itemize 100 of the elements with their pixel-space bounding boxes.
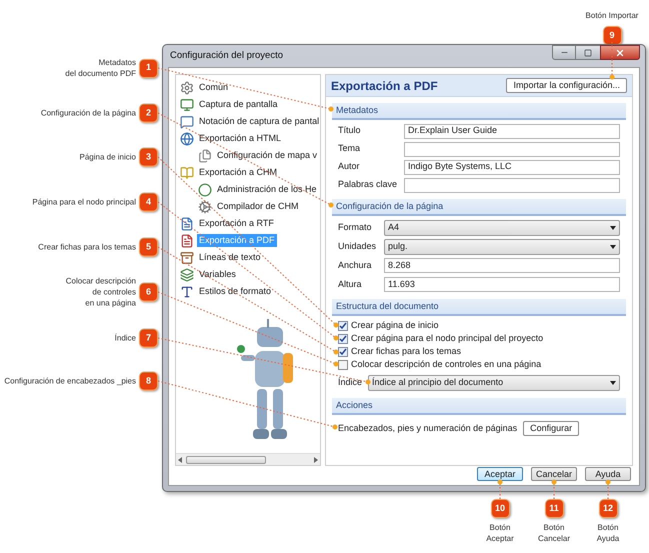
tree-item[interactable]: Compilador de CHM [215,200,301,214]
number-badge: 6 [139,282,158,302]
number-badge: 12 [598,499,618,518]
number-badge: 2 [139,104,158,122]
annotation-label: Página de inicio [80,152,136,162]
annotation-label: Página para el nodo principal [32,196,136,208]
scroll-right-icon [314,456,318,462]
dialog-button[interactable]: Aceptar [477,466,523,480]
files-icon [198,148,212,162]
annotation-label: del documento PDF [65,68,136,79]
checkbox[interactable] [338,346,348,356]
speech-bubble-icon [180,114,194,128]
tree-item[interactable]: Notación de captura de pantal [197,114,322,128]
field-label: Altura [338,278,363,291]
caret-icon [610,381,616,385]
dropdown[interactable]: A4 [384,220,620,236]
number-badge: 7 [139,328,158,348]
tree-item[interactable]: Estilos de formato [197,284,274,298]
action-label: Encabezados, pies y numeración de páginas [338,422,518,435]
checkbox-label: Crear fichas para los temas [351,344,462,358]
number-badge: 8 [139,372,158,390]
annotation-label: Configuración de la página [40,108,136,118]
number-badge: 11 [544,499,564,518]
close-button[interactable] [600,45,640,60]
gear-icon [180,80,194,94]
number-badge: 5 [139,238,158,256]
panel-title: Exportación a PDF [331,78,438,94]
configure-button[interactable]: Configurar [523,421,580,436]
dropdown[interactable]: pulg. [384,238,620,254]
checkbox[interactable] [338,360,348,370]
maximize-button[interactable] [576,45,600,60]
globe-icon [180,132,194,146]
document-icon [180,234,194,248]
tree-item[interactable]: Líneas de texto [197,250,263,264]
number-badge: 1 [139,58,158,78]
field-label: Unidades [338,240,378,253]
tree-item[interactable]: Captura de pantalla [197,98,280,112]
field-label: Tema [338,142,362,156]
annotation-label: de controles [92,286,136,298]
scroll-left-icon [178,456,182,462]
caret-icon [610,244,616,248]
checkbox-label: Crear página de inicio [351,318,439,332]
number-badge: 9 [602,26,622,45]
import-button[interactable]: Importar la configuración... [506,78,627,93]
tree-item[interactable]: Exportación a RTF [197,216,276,230]
number-badge: 4 [139,192,158,212]
letter-icon [180,284,194,298]
minimize-button[interactable] [552,45,576,60]
tree-item[interactable]: Variables [197,268,238,282]
section-heading: Acciones [332,398,626,415]
checkbox-label: Colocar descripción de controles en una página [351,358,542,371]
section-heading: Configuración de la página [332,199,626,216]
dialog-button[interactable]: Cancelar [531,466,577,480]
text-field[interactable] [404,178,620,192]
tree-item[interactable]: Común [197,80,230,94]
annotation-label: Índice [114,332,136,344]
annotation-label: Metadatos [98,57,136,68]
annotation-label: Botón [598,522,618,533]
field-label: Autor [338,160,361,174]
text-field[interactable]: Indigo Byte Systems, LLC [404,160,620,174]
field-label: Título [338,124,362,138]
number-badge: 10 [490,499,510,518]
checkbox[interactable] [338,320,348,330]
section-heading: Metadatos [332,103,626,120]
number-badge: 3 [139,148,158,166]
stack-icon [180,268,194,282]
scrollbar-thumb[interactable] [186,456,266,464]
cog-icon [198,200,212,214]
tree-item[interactable]: Administración de los He [215,182,319,196]
dropdown[interactable]: Índice al principio del documento [368,375,620,391]
leader-line [498,480,502,500]
tree-item[interactable]: Configuración de mapa v [215,148,320,162]
checkbox[interactable] [338,334,348,344]
close-icon [615,48,625,58]
annotation-label: Ayuda [596,533,620,544]
leader-line [610,42,614,80]
circle-icon [198,182,212,196]
section-heading: Estructura del documento [332,299,626,316]
text-field[interactable] [404,142,620,156]
horizontal-scrollbar[interactable] [176,453,320,465]
field-label: Palabras clave [338,178,398,192]
annotation-label: Botón Importar [586,10,638,21]
tree-item[interactable]: Exportación a CHM [197,166,280,180]
box-icon [180,250,194,264]
annotation-label: Botón [544,522,564,533]
document-icon [180,216,194,230]
annotation-label: Cancelar [538,533,570,544]
tree-item[interactable]: Exportación a HTML [197,132,284,146]
checkbox-label: Crear página para el nodo principal del proyecto [351,332,544,345]
monitor-icon [180,98,194,112]
leader-line [552,480,556,500]
field-label: Índice [338,376,364,390]
window-title: Configuración del proyecto [170,48,284,63]
text-field[interactable]: 8.268 [384,258,620,273]
text-field[interactable]: 11.693 [384,277,620,292]
text-field[interactable]: Dr.Explain User Guide [404,124,620,138]
dialog-button[interactable]: Ayuda [585,466,631,480]
annotation-label: Botón [490,522,510,533]
annotation-label: Crear fichas para los temas [38,242,136,252]
caret-icon [610,226,616,230]
